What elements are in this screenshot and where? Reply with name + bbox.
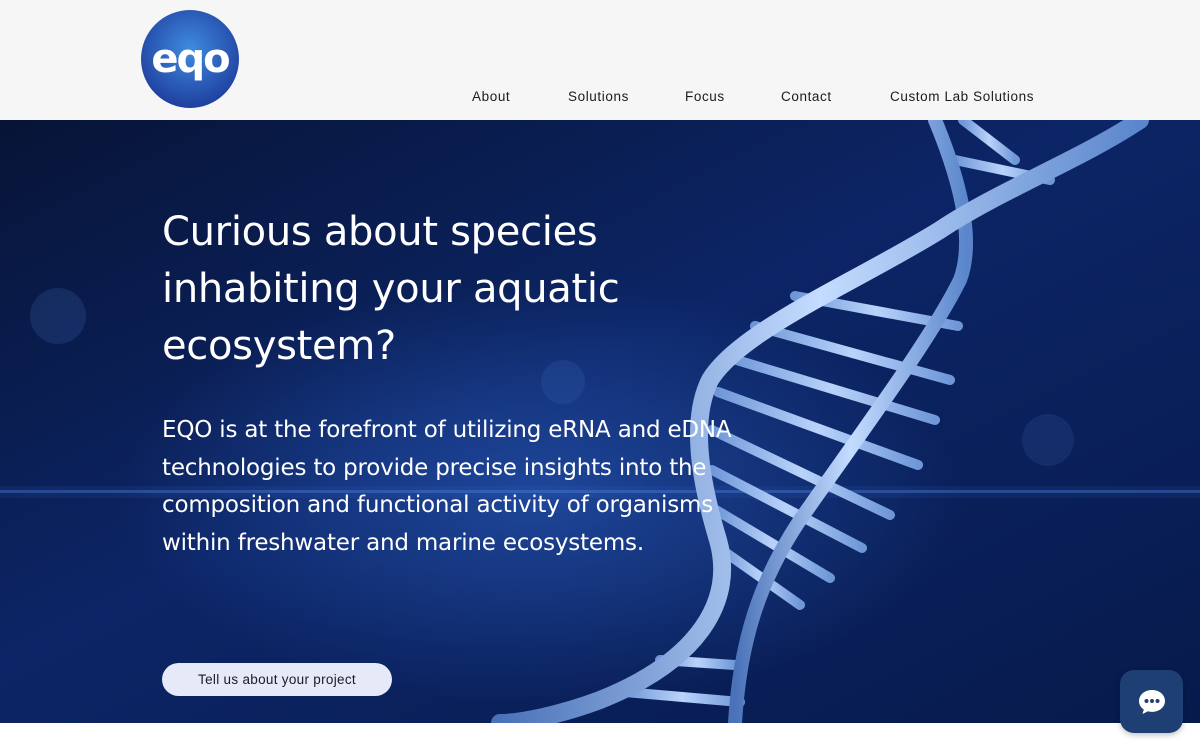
site-header: eqo About Solutions Focus Contact Custom… [0, 0, 1200, 120]
hero-headline: Curious about species inhabiting your aq… [162, 209, 620, 369]
nav-about[interactable]: About [472, 89, 510, 104]
hero-section: Curious about species inhabiting your aq… [0, 120, 1200, 723]
hero-description: EQO is at the forefront of utilizing eRN… [162, 417, 732, 556]
tell-us-about-your-project-button[interactable]: Tell us about your project [162, 663, 392, 696]
chat-bubble-icon [1138, 689, 1165, 714]
nav-focus[interactable]: Focus [685, 89, 725, 104]
svg-text:eqo: eqo [151, 36, 229, 82]
nav-custom-lab-solutions[interactable]: Custom Lab Solutions [890, 89, 1034, 104]
nav-solutions[interactable]: Solutions [568, 89, 629, 104]
main-nav: About Solutions Focus Contact Custom Lab… [0, 89, 1200, 109]
chat-widget-button[interactable] [1120, 670, 1183, 733]
nav-contact[interactable]: Contact [781, 89, 832, 104]
